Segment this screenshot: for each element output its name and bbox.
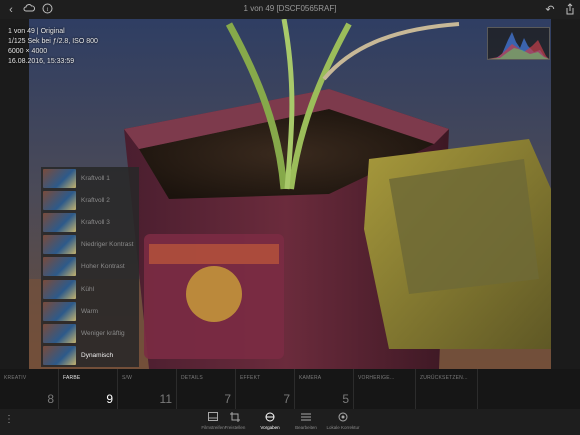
share-icon[interactable] (563, 3, 577, 17)
preset-thumbnail (43, 323, 76, 343)
preset-item[interactable]: Kraftvoll 2 (41, 189, 139, 211)
toolbar-brush-button[interactable]: Lokale Korrektur (323, 412, 363, 430)
preset-item[interactable]: Warm (41, 300, 139, 322)
toolbar-label: Bearbeiten (295, 425, 317, 430)
category-count: 11 (159, 392, 172, 406)
info-line-date: 16.08.2016, 15:33:59 (8, 58, 75, 65)
category-count: 7 (224, 392, 231, 406)
category-label: EFFEKT (240, 375, 261, 381)
preset-label: Weniger kräftig (81, 329, 125, 337)
toolbar-label: Lokale Korrektur (326, 425, 360, 430)
preset-label: Kraftvoll 1 (81, 174, 110, 182)
preset-thumbnail (43, 168, 76, 188)
toolbar-label: Vorgaben (260, 425, 280, 430)
preset-item[interactable]: Weniger kräftig (41, 322, 139, 344)
preset-thumbnail (43, 212, 76, 232)
category-count: 8 (47, 392, 54, 406)
preset-label: Warm (81, 307, 99, 315)
category-label: ZURÜCKSETZEN... (420, 375, 468, 381)
bottom-toolbar: Filmstreifen Freistellen Vorgaben Bearbeite… (0, 409, 580, 435)
toolbar-presets-button[interactable]: Vorgaben (250, 412, 290, 430)
top-bar: ‹ i 1 von 49 [DSCF0565RAF] ↶ (0, 0, 580, 19)
preset-item[interactable]: Hoher Kontrast (41, 256, 139, 278)
preset-label: Niedriger Kontrast (81, 241, 134, 249)
info-line-exposure: 1/125 Sek bei ƒ/2.8, ISO 800 (8, 38, 98, 45)
category-count: 7 (283, 392, 290, 406)
preset-label: Kraftvoll 3 (81, 218, 110, 226)
category-tab[interactable]: S/W 11 (118, 369, 177, 409)
more-vertical-icon[interactable]: ⋮ (4, 414, 14, 425)
photo-title: 1 von 49 [DSCF0565RAF] (243, 4, 337, 13)
category-label: DETAILS (181, 375, 203, 381)
preset-thumbnail (43, 346, 76, 366)
brush-icon (323, 412, 363, 423)
sliders-icon (286, 412, 326, 423)
preset-thumbnail (43, 257, 76, 277)
photo-info-overlay: 1 von 49 | Original 1/125 Sek bei ƒ/2.8,… (8, 27, 98, 67)
info-line-count: 1 von 49 | Original (8, 28, 65, 35)
toolbar-sliders-button[interactable]: Bearbeiten (286, 412, 326, 430)
category-label: KREATIV (4, 375, 27, 381)
preset-label: Dynamisch (81, 352, 114, 360)
presets-icon (250, 412, 290, 423)
histogram (487, 27, 550, 60)
preset-item[interactable]: Niedriger Kontrast (41, 234, 139, 256)
preset-item[interactable]: Kühl (41, 278, 139, 300)
category-tab[interactable]: VORHERIGE... (354, 369, 416, 409)
preset-thumbnail (43, 279, 76, 299)
category-count: 9 (106, 392, 113, 406)
toolbar-label: Freistellen (224, 425, 246, 430)
category-label: VORHERIGE... (358, 375, 395, 381)
category-tab[interactable]: EFFEKT 7 (236, 369, 295, 409)
category-tab[interactable]: ZURÜCKSETZEN... (416, 369, 478, 409)
category-tab[interactable]: KAMERA 5 (295, 369, 354, 409)
category-label: KAMERA (299, 375, 322, 381)
crop-icon (215, 412, 255, 423)
category-tab[interactable]: KREATIV 8 (0, 369, 59, 409)
category-tab[interactable]: FARBE 9 (59, 369, 118, 409)
preset-thumbnail (43, 301, 76, 321)
preset-item[interactable]: Kraftvoll 3 (41, 211, 139, 233)
preset-item[interactable]: Kraftvoll 1 (41, 167, 139, 189)
undo-icon[interactable]: ↶ (543, 3, 557, 17)
category-tab[interactable]: DETAILS 7 (177, 369, 236, 409)
preset-list: Kraftvoll 1 Kraftvoll 2 Kraftvoll 3 Niedrig… (41, 167, 139, 367)
preset-category-bar: KREATIV 8 FARBE 9 S/W 11 DETAILS 7 EFFEKT 7 KAMERA… (0, 369, 580, 409)
category-label: S/W (122, 375, 133, 381)
toolbar-crop-button[interactable]: Freistellen (215, 412, 255, 430)
info-line-dimensions: 6000 × 4000 (8, 48, 48, 55)
preset-thumbnail (43, 190, 76, 210)
category-label: FARBE (63, 375, 81, 381)
preset-label: Hoher Kontrast (81, 263, 125, 271)
preset-item[interactable]: Dynamisch (41, 345, 139, 367)
preset-thumbnail (43, 235, 76, 255)
preset-label: Kühl (81, 285, 95, 293)
category-count: 5 (342, 392, 349, 406)
preset-label: Kraftvoll 2 (81, 196, 110, 204)
